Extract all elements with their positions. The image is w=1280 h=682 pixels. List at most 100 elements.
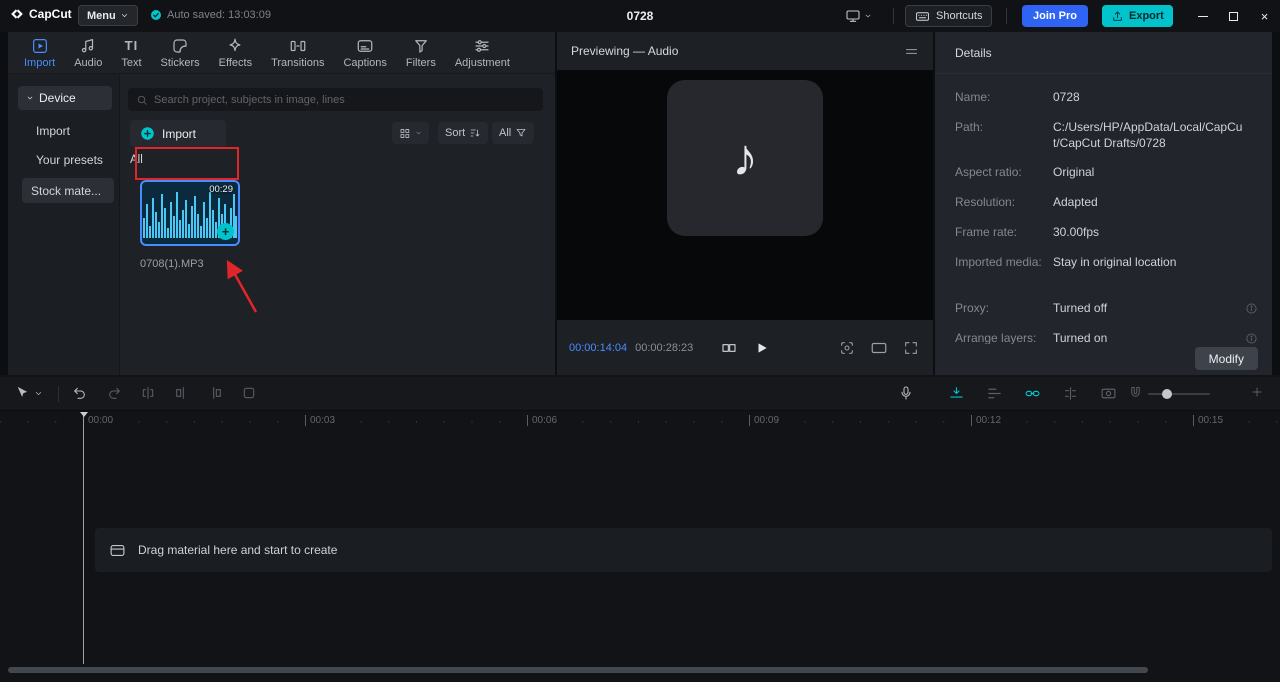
tab-stickers[interactable]: Stickers	[161, 37, 200, 69]
detail-row: Arrange layers: Turned on	[955, 331, 1262, 344]
linkage-toggle[interactable]	[1024, 385, 1041, 402]
hamburger-menu-icon[interactable]	[904, 44, 919, 59]
ruler-tick: 00:06	[527, 415, 557, 426]
media-tabs: Import Audio TI Text Stickers Effects Tr…	[8, 32, 555, 74]
ruler-tick: 00:12	[971, 415, 1001, 426]
ratio-icon[interactable]	[870, 341, 888, 355]
sidebar-item-import[interactable]: Import	[36, 124, 70, 138]
audio-clip-thumbnail[interactable]: 00:29 +	[140, 180, 240, 246]
split-icon	[142, 387, 154, 399]
transitions-icon	[289, 37, 307, 55]
import-icon	[31, 37, 49, 55]
chevron-down-icon	[121, 14, 127, 17]
autosave-text: Auto saved: 13:03:09	[167, 9, 271, 21]
auto-arrange-icon	[988, 388, 1001, 399]
undo-icon	[74, 387, 85, 399]
tab-text[interactable]: TI Text	[121, 37, 141, 69]
play-icon[interactable]	[755, 341, 769, 355]
sidebar-item-your-presets[interactable]: Your presets	[36, 153, 103, 167]
tab-transitions[interactable]: Transitions	[271, 37, 324, 69]
audio-placeholder: ♪	[667, 80, 823, 236]
magnet-icon	[1131, 387, 1140, 397]
timeline-toolbar	[0, 377, 1280, 411]
section-all-label: All	[130, 154, 143, 166]
shortcuts-button[interactable]: Shortcuts	[905, 5, 993, 27]
preview-viewport[interactable]: ♪	[557, 70, 933, 320]
timeline-empty-track[interactable]: Drag material here and start to create	[95, 528, 1272, 572]
media-icon	[110, 544, 125, 556]
sidebar-item-stock-materials[interactable]: Stock mate...	[22, 178, 114, 203]
view-mode-button[interactable]	[392, 122, 429, 144]
focus-icon[interactable]	[839, 340, 855, 356]
tab-audio[interactable]: Audio	[74, 37, 102, 69]
search-icon	[137, 95, 147, 105]
timeline-ruler[interactable]: 00:00 00:03 00:06 00:09 00:12 00:15	[0, 412, 1280, 432]
clip-duration: 00:29	[209, 184, 233, 195]
sort-button[interactable]: Sort	[438, 122, 489, 144]
clip-filename: 0708(1).MP3	[140, 258, 204, 270]
export-button[interactable]: Export	[1102, 5, 1173, 27]
auto-arrange-toggle[interactable]	[986, 385, 1003, 402]
tab-filters[interactable]: Filters	[406, 37, 436, 69]
undo-button[interactable]	[72, 385, 88, 401]
join-pro-button[interactable]: Join Pro	[1022, 5, 1089, 27]
zoom-slider-knob[interactable]	[1162, 389, 1172, 399]
select-tool-dropdown[interactable]	[34, 389, 43, 398]
filter-button[interactable]: All	[492, 122, 535, 144]
microphone-icon	[901, 386, 911, 400]
adjustment-icon	[473, 37, 491, 55]
delete-left-button[interactable]	[174, 385, 190, 401]
minimize-icon	[1197, 15, 1208, 17]
delete-button[interactable]	[241, 385, 257, 401]
delete-left-icon	[176, 387, 184, 399]
render-preview-toggle[interactable]	[1100, 385, 1117, 402]
fullscreen-icon[interactable]	[903, 340, 919, 356]
tab-captions[interactable]: Captions	[343, 37, 387, 69]
info-icon[interactable]	[1245, 332, 1258, 344]
ruler-tick: 00:03	[305, 415, 335, 426]
menu-button[interactable]: Menu	[78, 5, 138, 26]
redo-button[interactable]	[106, 385, 122, 401]
playhead[interactable]	[80, 412, 88, 664]
search-input[interactable]	[154, 93, 535, 106]
record-voiceover-button[interactable]	[898, 385, 914, 401]
main-track-magnet-toggle[interactable]	[948, 385, 965, 402]
preview-axis-toggle[interactable]	[1062, 385, 1079, 402]
timeline: 00:00 00:03 00:06 00:09 00:12 00:15 Drag…	[0, 375, 1280, 682]
render-preview-icon	[1101, 388, 1116, 399]
tab-effects[interactable]: Effects	[219, 37, 252, 69]
timeline-zoom-slider[interactable]	[1148, 389, 1210, 399]
separator	[893, 8, 894, 24]
info-icon[interactable]	[1245, 302, 1258, 315]
redo-icon	[109, 387, 120, 399]
maximize-button[interactable]	[1218, 0, 1249, 32]
detail-row: Path: C:/Users/HP/AppData/Local/CapCut/C…	[955, 120, 1243, 150]
delete-right-button[interactable]	[207, 385, 223, 401]
playback-buttons	[721, 340, 769, 356]
autosave-status: Auto saved: 13:03:09	[150, 9, 271, 21]
horizontal-scrollbar[interactable]	[8, 667, 1148, 673]
tab-import[interactable]: Import	[24, 37, 55, 69]
chevron-down-icon	[865, 14, 871, 18]
sidebar-item-device[interactable]: Device	[18, 86, 112, 110]
frame-view-icon[interactable]	[721, 340, 737, 356]
separator	[58, 386, 59, 402]
minimize-button[interactable]	[1187, 0, 1218, 32]
search-bar	[128, 88, 543, 111]
tab-adjustment[interactable]: Adjustment	[455, 37, 510, 69]
close-button[interactable]: ×	[1249, 0, 1280, 32]
plus-circle-icon	[141, 127, 154, 140]
plus-icon	[1252, 387, 1262, 397]
add-to-timeline-button[interactable]: +	[217, 223, 234, 240]
zoom-in-button[interactable]	[1250, 385, 1264, 399]
linkage-icon	[1025, 390, 1040, 397]
captions-icon	[356, 37, 374, 55]
modify-button[interactable]: Modify	[1194, 347, 1258, 370]
split-button[interactable]	[140, 385, 156, 401]
media-sidebar: Device Import Your presets Stock mate...	[8, 74, 120, 375]
import-media-button[interactable]: Import	[130, 120, 226, 147]
select-tool-button[interactable]	[14, 385, 29, 400]
display-mode-button[interactable]	[845, 8, 872, 24]
upload-icon	[1113, 10, 1122, 21]
zoom-fit-button[interactable]	[1128, 385, 1143, 400]
